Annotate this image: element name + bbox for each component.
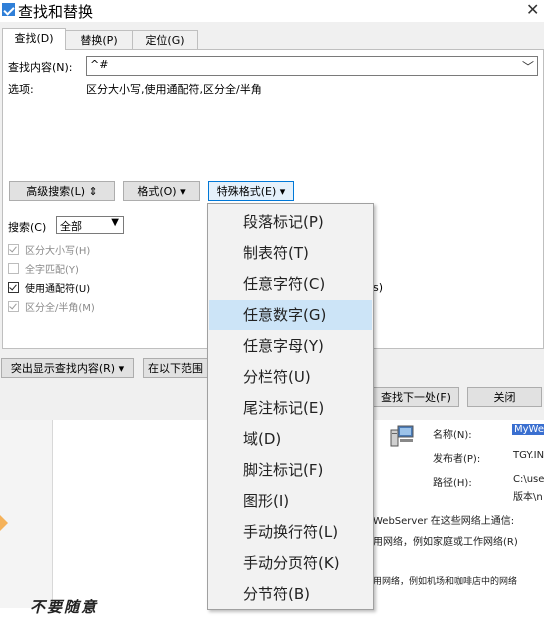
close-button[interactable]: 关闭 — [467, 387, 542, 407]
chevron-down-icon[interactable]: ﹀ — [522, 58, 534, 75]
bg-webserver-text: WebServer 在这些网络上通信: — [373, 516, 515, 527]
bg-path-value: C:\use — [513, 474, 544, 485]
computer-icon — [390, 425, 414, 447]
bg-path-label: 路径(H): — [433, 478, 472, 489]
options-value: 区分大小写,使用通配符,区分全/半角 — [86, 83, 262, 96]
search-scope-select[interactable]: 全部 ▼ — [56, 216, 124, 234]
bg-private-network-text: 用网络，例如家庭或工作网络(R) — [373, 537, 518, 548]
bg-public-network-text: 用网络，例如机场和咖啡店中的网络 — [373, 577, 518, 587]
find-label: 查找内容(N): — [8, 61, 73, 74]
whole-word-label: 全字匹配(Y) — [25, 265, 79, 276]
search-scope-value: 全部 — [60, 220, 82, 233]
special-format-menu: 段落标记(P) 制表符(T) 任意字符(C) 任意数字(G) 任意字母(Y) 分… — [207, 203, 374, 610]
use-wildcards-checkbox[interactable] — [8, 282, 19, 293]
tab-find[interactable]: 查找(D) — [2, 28, 66, 50]
advanced-search-button[interactable]: 高级搜索(L) ⇕ — [9, 181, 115, 201]
whole-word-checkbox[interactable] — [8, 263, 19, 274]
options-label: 选项: — [8, 83, 34, 96]
menu-item-any-digit[interactable]: 任意数字(G) — [209, 300, 372, 330]
menu-item-any-character[interactable]: 任意字符(C) — [209, 269, 372, 299]
match-case-label: 区分大小写(H) — [25, 246, 91, 257]
bg-version-value: 版本\n — [513, 492, 543, 503]
find-input[interactable]: ^# ﹀ — [86, 56, 538, 76]
close-icon[interactable]: ✕ — [526, 0, 539, 19]
menu-item-endnote-mark[interactable]: 尾注标记(E) — [209, 393, 372, 423]
menu-item-column-break[interactable]: 分栏符(U) — [209, 362, 372, 392]
bg-name-label: 名称(N): — [433, 430, 472, 441]
bg-document-title: 不要随意 — [30, 598, 99, 616]
match-width-checkbox[interactable] — [8, 301, 19, 312]
menu-item-paragraph-mark[interactable]: 段落标记(P) — [209, 207, 372, 237]
match-case-checkbox[interactable] — [8, 244, 19, 255]
bg-margin — [0, 420, 52, 608]
tab-replace[interactable]: 替换(P) — [65, 30, 133, 50]
menu-item-field[interactable]: 域(D) — [209, 424, 372, 454]
bg-publisher-value: TGY.IN — [513, 450, 544, 461]
orange-marker-icon — [0, 515, 8, 531]
bg-name-value: MyWe — [512, 424, 544, 435]
partial-label: s) — [373, 281, 384, 294]
search-label: 搜索(C) — [8, 221, 47, 234]
match-width-label: 区分全/半角(M) — [25, 303, 95, 314]
menu-item-footnote-mark[interactable]: 脚注标记(F) — [209, 455, 372, 485]
find-next-button[interactable]: 查找下一处(F) — [373, 387, 459, 407]
tab-goto[interactable]: 定位(G) — [132, 30, 198, 50]
use-wildcards-label: 使用通配符(U) — [25, 284, 91, 295]
menu-item-manual-page-break[interactable]: 手动分页符(K) — [209, 548, 372, 578]
bg-publisher-label: 发布者(P): — [433, 454, 481, 465]
bg-divider — [52, 420, 53, 608]
highlight-button[interactable]: 突出显示查找内容(R) ▾ — [1, 358, 134, 378]
app-icon — [2, 3, 15, 16]
window-title: 查找和替换 — [18, 3, 94, 21]
menu-item-tab[interactable]: 制表符(T) — [209, 238, 372, 268]
dropdown-arrow-icon: ▼ — [111, 217, 119, 228]
find-in-button[interactable]: 在以下范围 — [143, 358, 213, 378]
special-format-button[interactable]: 特殊格式(E) ▾ — [208, 181, 294, 201]
format-button[interactable]: 格式(O) ▾ — [123, 181, 200, 201]
title-bar: 查找和替换 ✕ — [0, 0, 544, 22]
menu-item-section-break[interactable]: 分节符(B) — [209, 579, 372, 609]
menu-item-any-letter[interactable]: 任意字母(Y) — [209, 331, 372, 361]
menu-item-manual-line-break[interactable]: 手动换行符(L) — [209, 517, 372, 547]
find-input-value: ^# — [90, 58, 109, 71]
menu-item-graphic[interactable]: 图形(I) — [209, 486, 372, 516]
